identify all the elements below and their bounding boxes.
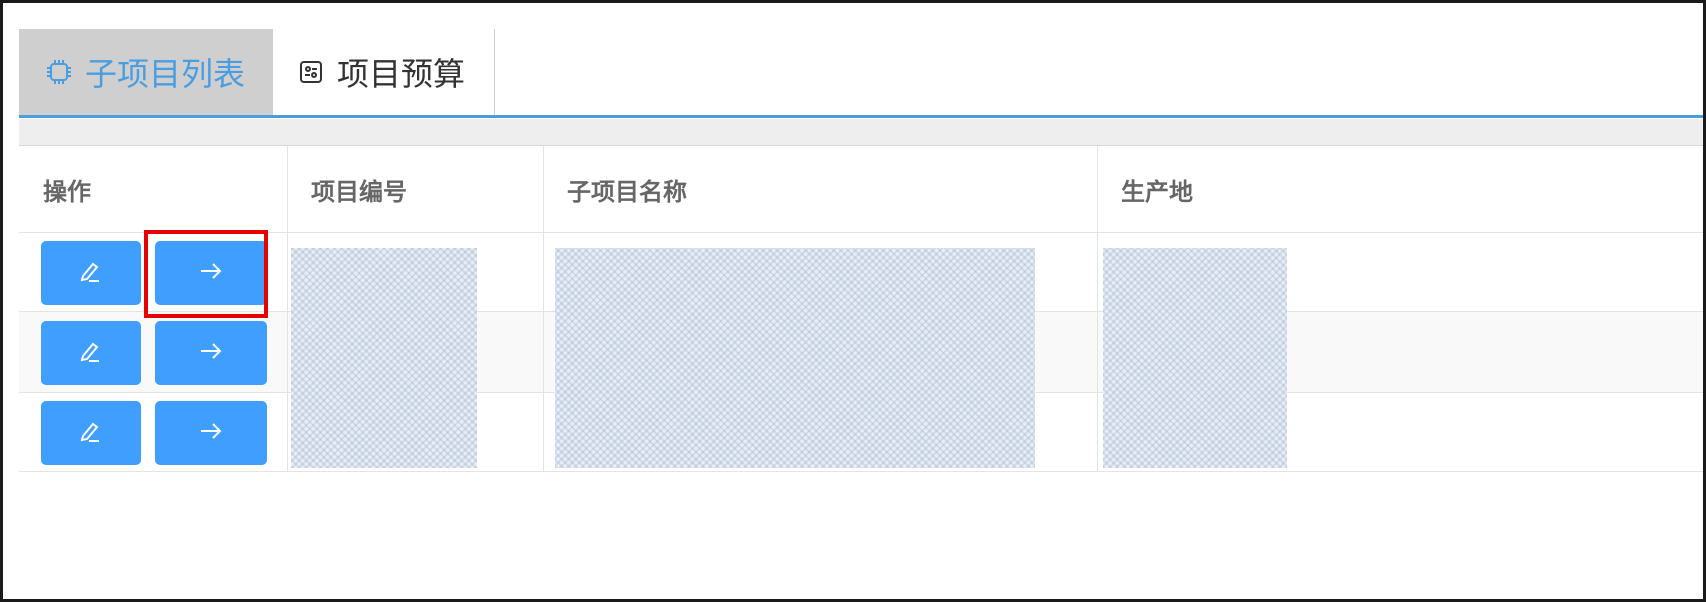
column-header-subproject-name: 子项目名称 [567, 177, 687, 206]
tab-label: 项目预算 [337, 55, 466, 93]
tab-project-budget[interactable]: 项目预算 [273, 29, 495, 115]
edit-icon [78, 338, 104, 368]
edit-icon [78, 258, 104, 288]
edit-button[interactable] [41, 401, 141, 465]
tab-subproject-list[interactable]: 子项目列表 [19, 29, 273, 115]
column-divider [287, 146, 288, 472]
edit-icon [78, 418, 104, 448]
table-toolbar-strip [19, 119, 1703, 146]
chip-icon [45, 58, 73, 86]
arrow-right-icon [198, 338, 224, 368]
edit-button[interactable] [41, 321, 141, 385]
column-divider [543, 146, 544, 472]
highlight-box [144, 230, 268, 318]
edit-button[interactable] [41, 241, 141, 305]
redacted-production-site [1103, 248, 1287, 468]
column-header-actions: 操作 [43, 177, 91, 206]
enter-button[interactable] [155, 401, 267, 465]
app-frame: 子项目列表 项目预算 操作 项目编号 子项目名称 生产地 [0, 0, 1706, 602]
column-header-project-number: 项目编号 [311, 177, 407, 206]
budget-icon [297, 58, 325, 86]
table-header: 操作 项目编号 子项目名称 生产地 [19, 146, 1703, 233]
arrow-right-icon [198, 418, 224, 448]
column-header-production-site: 生产地 [1121, 177, 1193, 206]
redacted-project-number [291, 248, 477, 468]
redacted-subproject-name [555, 248, 1035, 468]
tab-label: 子项目列表 [85, 55, 246, 93]
enter-button[interactable] [155, 321, 267, 385]
tab-bar: 子项目列表 项目预算 [19, 29, 1703, 118]
column-divider [1097, 146, 1098, 472]
